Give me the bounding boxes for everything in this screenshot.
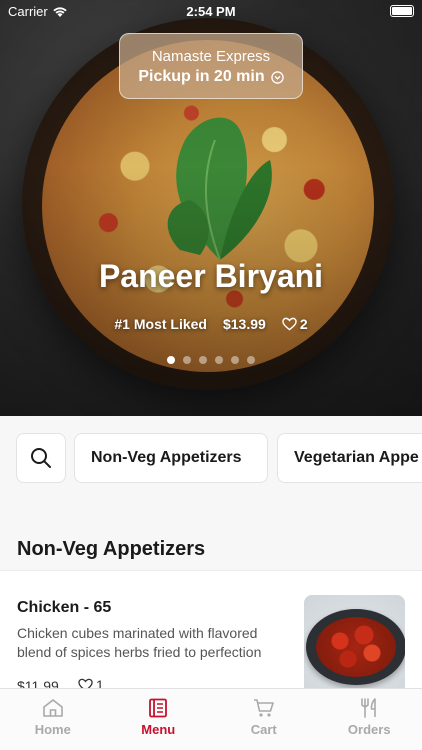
tab-home[interactable]: Home [0, 689, 106, 750]
carousel-dot[interactable] [231, 356, 239, 364]
tab-bar: Home Menu Cart Orders [0, 688, 422, 750]
chicken-65-image [316, 617, 396, 677]
carousel-dot[interactable] [199, 356, 207, 364]
battery-icon [390, 5, 414, 17]
carousel-dot[interactable] [247, 356, 255, 364]
menu-item-name: Chicken - 65 [17, 599, 112, 616]
tab-cart-label: Cart [250, 722, 277, 737]
restaurant-pickup-selector[interactable]: Namaste Express Pickup in 20 min [119, 33, 303, 99]
carousel-dot[interactable] [183, 356, 191, 364]
clock: 2:54 PM [186, 4, 236, 19]
featured-hero[interactable]: Carrier 2:54 PM Namaste Express Pickup i… [0, 0, 422, 416]
home-icon [42, 699, 63, 717]
chevron-down-circle-icon [270, 70, 284, 84]
carousel-dot[interactable] [215, 356, 223, 364]
restaurant-name: Namaste Express [151, 48, 271, 65]
fork-knife-icon [361, 698, 377, 718]
tab-home-label: Home [34, 722, 71, 737]
tab-cart[interactable]: Cart [211, 689, 317, 750]
category-bar: Non-Veg Appetizers Vegetarian Appe [0, 416, 422, 500]
featured-likes-count: 2 [299, 316, 308, 332]
menu-icon [149, 698, 168, 718]
category-chip-non-veg-appetizers[interactable]: Non-Veg Appetizers [74, 433, 268, 483]
carousel-pager[interactable] [0, 356, 422, 364]
pickup-time: Pickup in 20 min [120, 68, 302, 86]
featured-dish-title: Paneer Biryani [98, 258, 324, 294]
pickup-label: Pickup in 20 min [138, 68, 265, 85]
tab-orders-label: Orders [347, 722, 391, 737]
menu-item-photo [304, 595, 405, 695]
section-title: Non-Veg Appetizers [17, 538, 206, 560]
menu-item-description: Chicken cubes marinated with flavored bl… [17, 625, 262, 660]
heart-icon [282, 317, 297, 331]
menu-item-card[interactable]: Chicken - 65 Chicken cubes marinated wit… [0, 571, 422, 695]
tab-menu[interactable]: Menu [106, 689, 212, 750]
featured-dish-meta: #1 Most Liked $13.99 2 [0, 316, 422, 332]
featured-likes[interactable]: 2 [282, 316, 308, 332]
tab-orders[interactable]: Orders [317, 689, 422, 750]
carousel-dot[interactable] [167, 356, 175, 364]
featured-price: $13.99 [222, 316, 266, 332]
featured-badge: #1 Most Liked [114, 316, 207, 332]
cart-icon [253, 699, 274, 717]
search-button[interactable] [16, 433, 66, 483]
status-bar: Carrier 2:54 PM [0, 0, 422, 22]
category-chip-vegetarian-appetizers[interactable]: Vegetarian Appe [277, 433, 422, 483]
search-icon [31, 448, 51, 468]
tab-menu-label: Menu [141, 722, 176, 737]
